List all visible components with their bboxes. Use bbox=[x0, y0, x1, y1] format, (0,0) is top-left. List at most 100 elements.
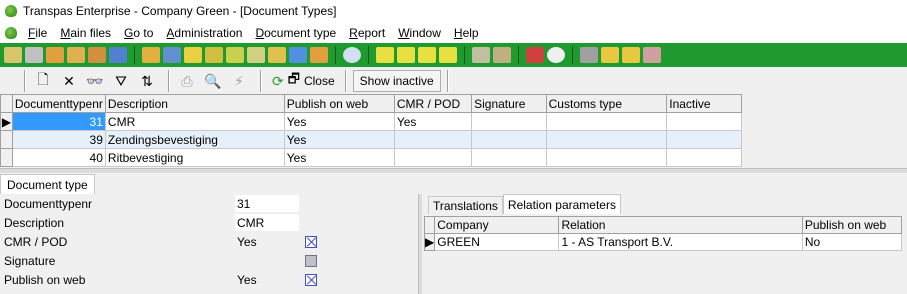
truck-load-icon[interactable] bbox=[397, 47, 415, 63]
new-document-icon[interactable]: 🗋 bbox=[32, 70, 54, 92]
app-menu-icon[interactable] bbox=[4, 26, 18, 40]
network-icon[interactable] bbox=[163, 47, 181, 63]
filter-icon[interactable]: ⛛ bbox=[110, 70, 132, 92]
planning-icon[interactable] bbox=[184, 47, 202, 63]
warehouse-icon[interactable] bbox=[493, 47, 511, 63]
horizontal-splitter[interactable] bbox=[0, 168, 907, 173]
column-header-cmr-pod[interactable]: CMR / POD bbox=[393, 94, 473, 113]
truck-plan-icon[interactable] bbox=[376, 47, 394, 63]
menu-report[interactable]: Report bbox=[349, 26, 398, 40]
order-icon[interactable] bbox=[142, 47, 160, 63]
menu-document-type[interactable]: Document type bbox=[255, 26, 349, 40]
table-row[interactable]: ▶ 31 CMR Yes Yes bbox=[0, 112, 742, 131]
report-icon[interactable] bbox=[289, 47, 307, 63]
column-header-relation[interactable]: Relation bbox=[558, 216, 803, 234]
menu-help[interactable]: Help bbox=[454, 26, 492, 40]
find-icon[interactable]: 👓 bbox=[84, 70, 106, 92]
menu-file[interactable]: File bbox=[28, 26, 60, 40]
cell-inactive[interactable] bbox=[666, 130, 742, 149]
cell-description[interactable]: Zendingsbevestiging bbox=[104, 130, 285, 149]
column-header-company[interactable]: Company bbox=[434, 216, 560, 234]
truck-unload-icon[interactable] bbox=[418, 47, 436, 63]
print-icon[interactable]: ⎙ bbox=[176, 70, 198, 92]
cell-customs-type[interactable] bbox=[545, 130, 668, 149]
cell-customs-type[interactable] bbox=[545, 112, 668, 131]
cell-publish-on-web[interactable]: Yes bbox=[283, 112, 395, 131]
delete-icon[interactable]: ✕ bbox=[58, 70, 80, 92]
cell-cmr-pod[interactable]: Yes bbox=[393, 112, 473, 131]
cell-inactive[interactable] bbox=[666, 112, 742, 131]
chart-icon[interactable] bbox=[526, 47, 544, 63]
column-header-documenttypenr[interactable]: Documenttypenr bbox=[11, 94, 106, 113]
cell-description[interactable]: CMR bbox=[104, 112, 285, 131]
column-header-inactive[interactable]: Inactive bbox=[666, 94, 742, 113]
money-icon[interactable] bbox=[622, 47, 640, 63]
table-row[interactable]: 39 Zendingsbevestiging Yes bbox=[0, 130, 742, 149]
people-icon[interactable] bbox=[46, 47, 64, 63]
cell-cmr-pod[interactable] bbox=[393, 148, 473, 167]
cell-publish-on-web[interactable]: No bbox=[801, 233, 903, 251]
tag-icon[interactable] bbox=[643, 47, 661, 63]
cell-description[interactable]: Ritbevestiging bbox=[104, 148, 285, 167]
toolbar-divider bbox=[134, 46, 135, 64]
column-header-customs-type[interactable]: Customs type bbox=[545, 94, 668, 113]
cell-signature[interactable] bbox=[471, 130, 547, 149]
check-document-icon[interactable] bbox=[247, 47, 265, 63]
cell-relation[interactable]: 1 - AS Transport B.V. bbox=[558, 233, 803, 251]
cell-publish-on-web[interactable]: Yes bbox=[283, 130, 395, 149]
signature-checkbox[interactable] bbox=[305, 254, 317, 267]
cell-documenttypenr[interactable]: 40 bbox=[11, 148, 106, 167]
row-indicator bbox=[0, 130, 13, 149]
publish-on-web-checkbox[interactable] bbox=[305, 273, 317, 286]
tab-document-type[interactable]: Document type bbox=[0, 174, 95, 194]
edit-document-icon[interactable] bbox=[226, 47, 244, 63]
stock-icon[interactable] bbox=[472, 47, 490, 63]
vertical-splitter[interactable] bbox=[418, 194, 422, 294]
description-field[interactable]: CMR bbox=[235, 214, 299, 231]
cell-cmr-pod[interactable] bbox=[393, 130, 473, 149]
cell-inactive[interactable] bbox=[666, 148, 742, 167]
cell-documenttypenr[interactable]: 39 bbox=[11, 130, 106, 149]
cell-publish-on-web[interactable]: Yes bbox=[283, 148, 395, 167]
truck-route-icon[interactable] bbox=[439, 47, 457, 63]
cell-customs-type[interactable] bbox=[545, 148, 668, 167]
show-inactive-button[interactable]: Show inactive bbox=[352, 70, 441, 92]
column-header-publish-on-web[interactable]: Publish on web bbox=[283, 94, 395, 113]
cell-signature[interactable] bbox=[471, 148, 547, 167]
relation-parameters-grid: Company Relation Publish on web ▶ GREEN … bbox=[423, 216, 903, 251]
documenttypenr-field[interactable]: 31 bbox=[235, 195, 299, 212]
column-header-publish-on-web[interactable]: Publish on web bbox=[801, 216, 903, 234]
globe-icon[interactable] bbox=[343, 47, 361, 63]
list-icon[interactable] bbox=[205, 47, 223, 63]
table-row[interactable]: 40 Ritbevestiging Yes bbox=[0, 148, 742, 167]
close-button[interactable]: ⟳ 🗗 Close bbox=[268, 70, 339, 92]
column-header-description[interactable]: Description bbox=[104, 94, 285, 113]
truck-icon[interactable] bbox=[4, 47, 22, 63]
cmr-pod-checkbox[interactable] bbox=[305, 235, 317, 248]
menu-main-files[interactable]: Main files bbox=[60, 26, 124, 40]
sort-icon[interactable]: ⇅ bbox=[136, 70, 158, 92]
invoice-icon[interactable] bbox=[310, 47, 328, 63]
menu-window[interactable]: Window bbox=[398, 26, 454, 40]
cell-documenttypenr[interactable]: 31 bbox=[11, 112, 106, 131]
clock-icon[interactable] bbox=[547, 47, 565, 63]
vehicle-icon[interactable] bbox=[25, 47, 43, 63]
driver-icon[interactable] bbox=[67, 47, 85, 63]
table-row[interactable]: ▶ GREEN 1 - AS Transport B.V. No bbox=[423, 233, 903, 251]
tab-translations[interactable]: Translations bbox=[428, 196, 503, 214]
user-icon[interactable] bbox=[109, 47, 127, 63]
employee-icon[interactable] bbox=[88, 47, 106, 63]
cart-icon[interactable] bbox=[580, 47, 598, 63]
execute-icon[interactable]: ⚡ bbox=[228, 70, 250, 92]
coins-icon[interactable] bbox=[601, 47, 619, 63]
menu-administration[interactable]: Administration bbox=[166, 26, 255, 40]
column-header-signature[interactable]: Signature bbox=[471, 94, 547, 113]
tab-relation-parameters[interactable]: Relation parameters bbox=[502, 194, 621, 214]
menu-go-to[interactable]: Go to bbox=[124, 26, 166, 40]
cell-signature[interactable] bbox=[471, 112, 547, 131]
print-preview-icon[interactable]: 🔍 bbox=[202, 70, 224, 92]
approve-icon[interactable] bbox=[268, 47, 286, 63]
cell-company[interactable]: GREEN bbox=[434, 233, 560, 251]
current-row-indicator: ▶ bbox=[423, 233, 436, 251]
form-row-description: Description CMR bbox=[4, 213, 414, 232]
